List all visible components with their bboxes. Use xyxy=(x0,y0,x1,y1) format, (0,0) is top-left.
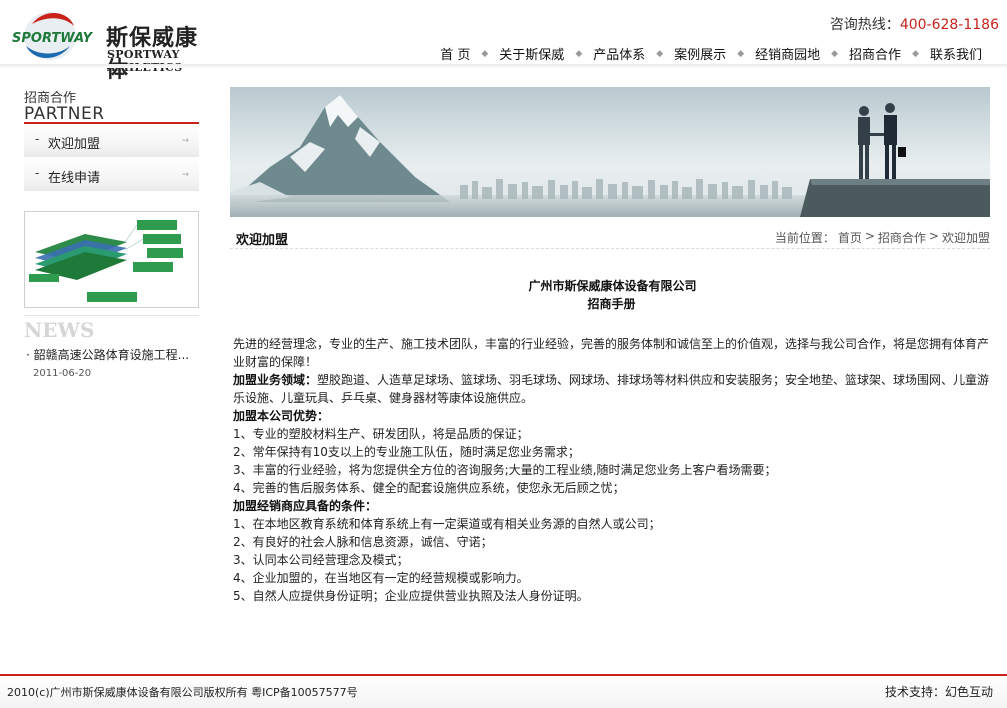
nav-separator: ◆ xyxy=(481,48,489,59)
sidebar-item-label: 在线申请 xyxy=(48,171,101,186)
sidebar-item-join[interactable]: - 欢迎加盟 → xyxy=(24,124,199,158)
news-item-date: 2011-06-20 xyxy=(33,368,92,379)
nav-separator: ◆ xyxy=(831,48,839,59)
sidebar-item-label: 欢迎加盟 xyxy=(48,137,101,152)
track-layers-illustration xyxy=(25,212,198,307)
site-header: SPORTWAY 斯保威康体 SPORTWAY ATHLETICS 咨询热线：4… xyxy=(0,0,1007,83)
sidebar-item-apply[interactable]: - 在线申请 → xyxy=(24,158,199,192)
nav-contact[interactable]: 联系我们 xyxy=(919,44,993,63)
condition-item: 5、自然人应提供身份证明；企业应提供营业执照及法人身份证明。 xyxy=(233,589,589,603)
nav-dealers[interactable]: 经销商园地 xyxy=(744,44,831,63)
breadcrumb: 当前位置： 首页 > 招商合作 > 欢迎加盟 xyxy=(772,229,990,246)
sidebar-menu: - 欢迎加盟 → - 在线申请 → xyxy=(24,124,199,192)
condition-item: 2、有良好的社会人脉和信息资源，诚信、守诺； xyxy=(233,535,493,549)
scope-text: 塑胶跑道、人造草足球场、篮球场、羽毛球场、网球场、排球场等材料供应和安装服务；安… xyxy=(233,373,990,405)
condition-item: 4、企业加盟的，在当地区有一定的经营规模或影响力。 xyxy=(233,571,529,585)
nav-separator: ◆ xyxy=(912,48,919,59)
advantage-item: 3、丰富的行业经验，将为您提供全方位的咨询服务;大量的工程业绩,随时满足您业务上… xyxy=(233,463,777,477)
main-nav: 首 页 ◆ 关于斯保威 ◆ 产品体系 ◆ 案例展示 ◆ 经销商园地 ◆ 招商合作… xyxy=(429,44,993,63)
advantage-item: 4、完善的售后服务体系、健全的配套设施供应系统，使您永无后顾之忧； xyxy=(233,481,625,495)
logo-name-en: SPORTWAY ATHLETICS xyxy=(107,48,182,74)
condition-item: 1、在本地区教育系统和体育系统上有一定渠道或有相关业务源的自然人或公司； xyxy=(233,517,661,531)
condition-item: 3、认同本公司经营理念及模式； xyxy=(233,553,409,567)
sidebar-title-en: PARTNER xyxy=(24,104,105,124)
advantage-item: 2、常年保持有10支以上的专业施工队伍，随时满足您业务需求； xyxy=(233,445,580,459)
breadcrumb-prefix: 当前位置： xyxy=(774,231,835,245)
site-footer: 2010(c)广州市斯保威康体设备有限公司版权所有 粤ICP备10057577号… xyxy=(0,676,1007,708)
news-divider xyxy=(24,315,199,316)
hotline-number: 400-628-1186 xyxy=(899,17,999,33)
mountain-handshake-banner-image xyxy=(230,87,990,217)
news-bullet: · xyxy=(26,348,30,362)
article-body: 先进的经营理念，专业的生产、施工技术团队，丰富的行业经验，完善的服务体制和诚信至… xyxy=(233,335,990,605)
logo-badge-text: SPORTWAY xyxy=(12,31,94,46)
conditions-heading: 加盟经销商应具备的条件： xyxy=(233,497,990,515)
hotline: 咨询热线：400-628-1186 xyxy=(830,14,999,34)
menu-dash: - xyxy=(35,166,40,180)
news-heading: NEWS xyxy=(24,318,95,342)
hotline-label: 咨询热线： xyxy=(829,17,900,33)
advantages-heading: 加盟本公司优势： xyxy=(233,407,990,425)
breadcrumb-current[interactable]: 欢迎加盟 xyxy=(942,229,990,246)
breadcrumb-separator: > xyxy=(928,229,939,243)
article-subtitle: 招商手册 xyxy=(587,297,636,311)
nav-separator: ◆ xyxy=(575,48,583,59)
product-layers-image[interactable] xyxy=(24,211,199,308)
sportway-emblem-icon: SPORTWAY xyxy=(12,12,94,60)
breadcrumb-home[interactable]: 首页 xyxy=(838,229,862,246)
arrow-right-icon: → xyxy=(181,136,189,146)
breadcrumb-separator: > xyxy=(864,229,875,243)
scope-label: 加盟业务领域： xyxy=(233,373,318,387)
article-scope: 加盟业务领域：塑胶跑道、人造草足球场、篮球场、羽毛球场、网球场、排球场等材料供应… xyxy=(233,371,990,407)
section-title: 欢迎加盟 xyxy=(236,233,289,248)
nav-partner[interactable]: 招商合作 xyxy=(838,44,912,63)
nav-about[interactable]: 关于斯保威 xyxy=(488,44,575,63)
article-intro: 先进的经营理念，专业的生产、施工技术团队，丰富的行业经验，完善的服务体制和诚信至… xyxy=(233,337,990,369)
nav-cases[interactable]: 案例展示 xyxy=(663,44,737,63)
nav-home[interactable]: 首 页 xyxy=(429,44,481,63)
content-title-bar: 欢迎加盟 当前位置： 首页 > 招商合作 > 欢迎加盟 xyxy=(230,225,990,249)
article: 广州市斯保威康体设备有限公司 招商手册 先进的经营理念，专业的生产、施工技术团队… xyxy=(233,277,990,605)
nav-products[interactable]: 产品体系 xyxy=(582,44,656,63)
advantage-item: 1、专业的塑胶材料生产、研发团队，将是品质的保证； xyxy=(233,427,529,441)
nav-separator: ◆ xyxy=(656,48,664,59)
site-logo[interactable]: SPORTWAY 斯保威康体 SPORTWAY ATHLETICS xyxy=(10,6,220,83)
news-item-title: 韶赣高速公路体育设施工程... xyxy=(33,348,190,362)
advantages-label: 加盟本公司优势： xyxy=(233,409,330,423)
article-company: 广州市斯保威康体设备有限公司 xyxy=(528,279,697,293)
conditions-label: 加盟经销商应具备的条件： xyxy=(233,499,378,513)
footer-tech-support[interactable]: 技术支持：幻色互动 xyxy=(885,683,993,700)
news-item-link[interactable]: · 韶赣高速公路体育设施工程... xyxy=(26,346,202,363)
nav-separator: ◆ xyxy=(737,48,745,59)
header-divider xyxy=(0,64,1007,68)
breadcrumb-partner[interactable]: 招商合作 xyxy=(878,229,926,246)
arrow-right-icon: → xyxy=(181,170,189,180)
menu-dash: - xyxy=(35,132,40,146)
footer-copyright: 2010(c)广州市斯保威康体设备有限公司版权所有 粤ICP备10057577号 xyxy=(7,686,358,699)
partner-banner xyxy=(230,87,990,217)
